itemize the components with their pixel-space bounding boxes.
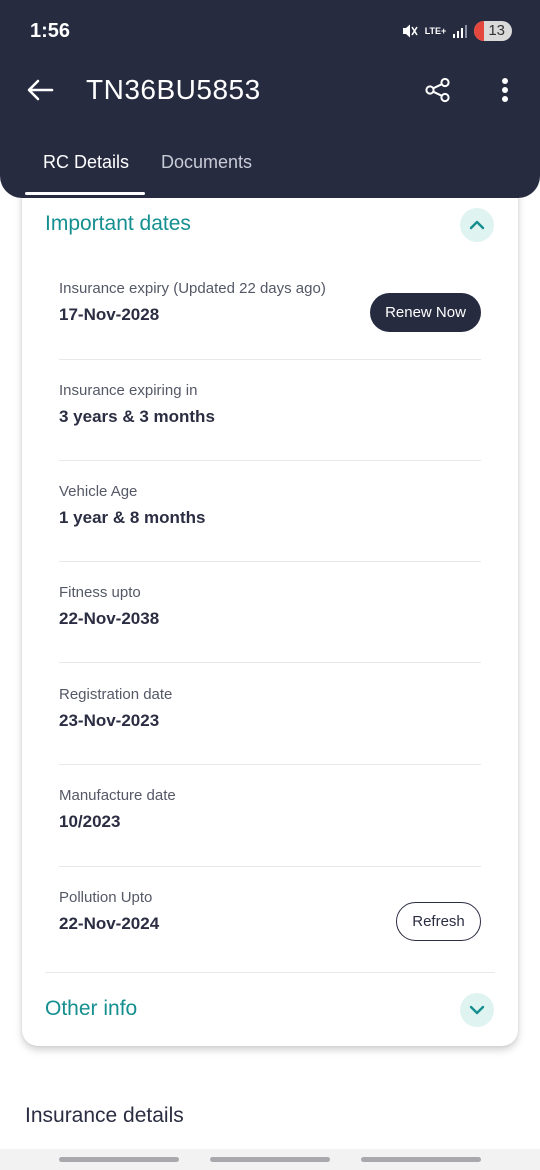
tab-rc-details[interactable]: RC Details (43, 152, 129, 173)
app-header: 1:56 LTE+ 13 TN36BU5853 RC Details Docum… (0, 0, 540, 198)
more-vert-icon (502, 78, 508, 102)
network-type: LTE+ (424, 25, 447, 36)
refresh-button[interactable]: Refresh (396, 902, 481, 941)
other-info-heading[interactable]: Other info (45, 997, 137, 1021)
more-options-button[interactable] (490, 72, 520, 108)
row-label: Manufacture date (59, 787, 176, 804)
expand-other-info-button[interactable] (460, 993, 494, 1027)
row-value: 3 years & 3 months (59, 407, 215, 426)
back-arrow-icon (27, 79, 54, 101)
row-label: Insurance expiring in (59, 382, 198, 399)
insurance-details-heading: Insurance details (25, 1104, 184, 1127)
renew-now-button[interactable]: Renew Now (370, 293, 481, 332)
vehicle-age-row: Vehicle Age 1 year & 8 months (59, 483, 481, 528)
mute-icon (401, 22, 419, 40)
signal-icon (452, 23, 468, 39)
row-label: Vehicle Age (59, 483, 138, 500)
chevron-up-icon (469, 220, 485, 230)
tab-documents[interactable]: Documents (161, 152, 252, 173)
divider (59, 359, 481, 360)
divider (59, 561, 481, 562)
divider (59, 662, 481, 663)
divider (59, 460, 481, 461)
manufacture-date-row: Manufacture date 10/2023 (59, 787, 481, 832)
share-icon (425, 77, 450, 103)
fitness-upto-row: Fitness upto 22-Nov-2038 (59, 584, 481, 629)
row-value: 1 year & 8 months (59, 508, 206, 527)
battery-icon: 13 (474, 21, 512, 41)
system-nav-bar (0, 1149, 540, 1170)
nav-recents-handle[interactable] (59, 1157, 179, 1162)
row-label: Registration date (59, 686, 173, 703)
section-divider (45, 972, 495, 973)
row-value: 22-Nov-2038 (59, 609, 160, 628)
nav-back-handle[interactable] (361, 1157, 481, 1162)
row-value: 10/2023 (59, 812, 121, 831)
insurance-expiring-row: Insurance expiring in 3 years & 3 months (59, 382, 481, 427)
row-value: 23-Nov-2023 (59, 711, 160, 730)
chevron-down-icon (469, 1005, 485, 1015)
row-label: Fitness upto (59, 584, 141, 601)
registration-date-row: Registration date 23-Nov-2023 (59, 686, 481, 731)
important-dates-heading[interactable]: Important dates (45, 212, 191, 236)
share-button[interactable] (420, 72, 456, 108)
divider (59, 764, 481, 765)
status-bar: 1:56 LTE+ 13 (0, 0, 540, 62)
active-tab-indicator (25, 192, 145, 195)
details-card: Important dates Insurance expiry (Update… (22, 170, 518, 1046)
back-button[interactable] (22, 72, 58, 108)
divider (59, 866, 481, 867)
status-icons: LTE+ 13 (401, 20, 512, 42)
page-title: TN36BU5853 (86, 74, 261, 105)
nav-home-handle[interactable] (210, 1157, 330, 1162)
tab-bar: RC Details Documents (0, 140, 540, 198)
collapse-important-dates-button[interactable] (460, 208, 494, 242)
status-time: 1:56 (30, 20, 71, 42)
